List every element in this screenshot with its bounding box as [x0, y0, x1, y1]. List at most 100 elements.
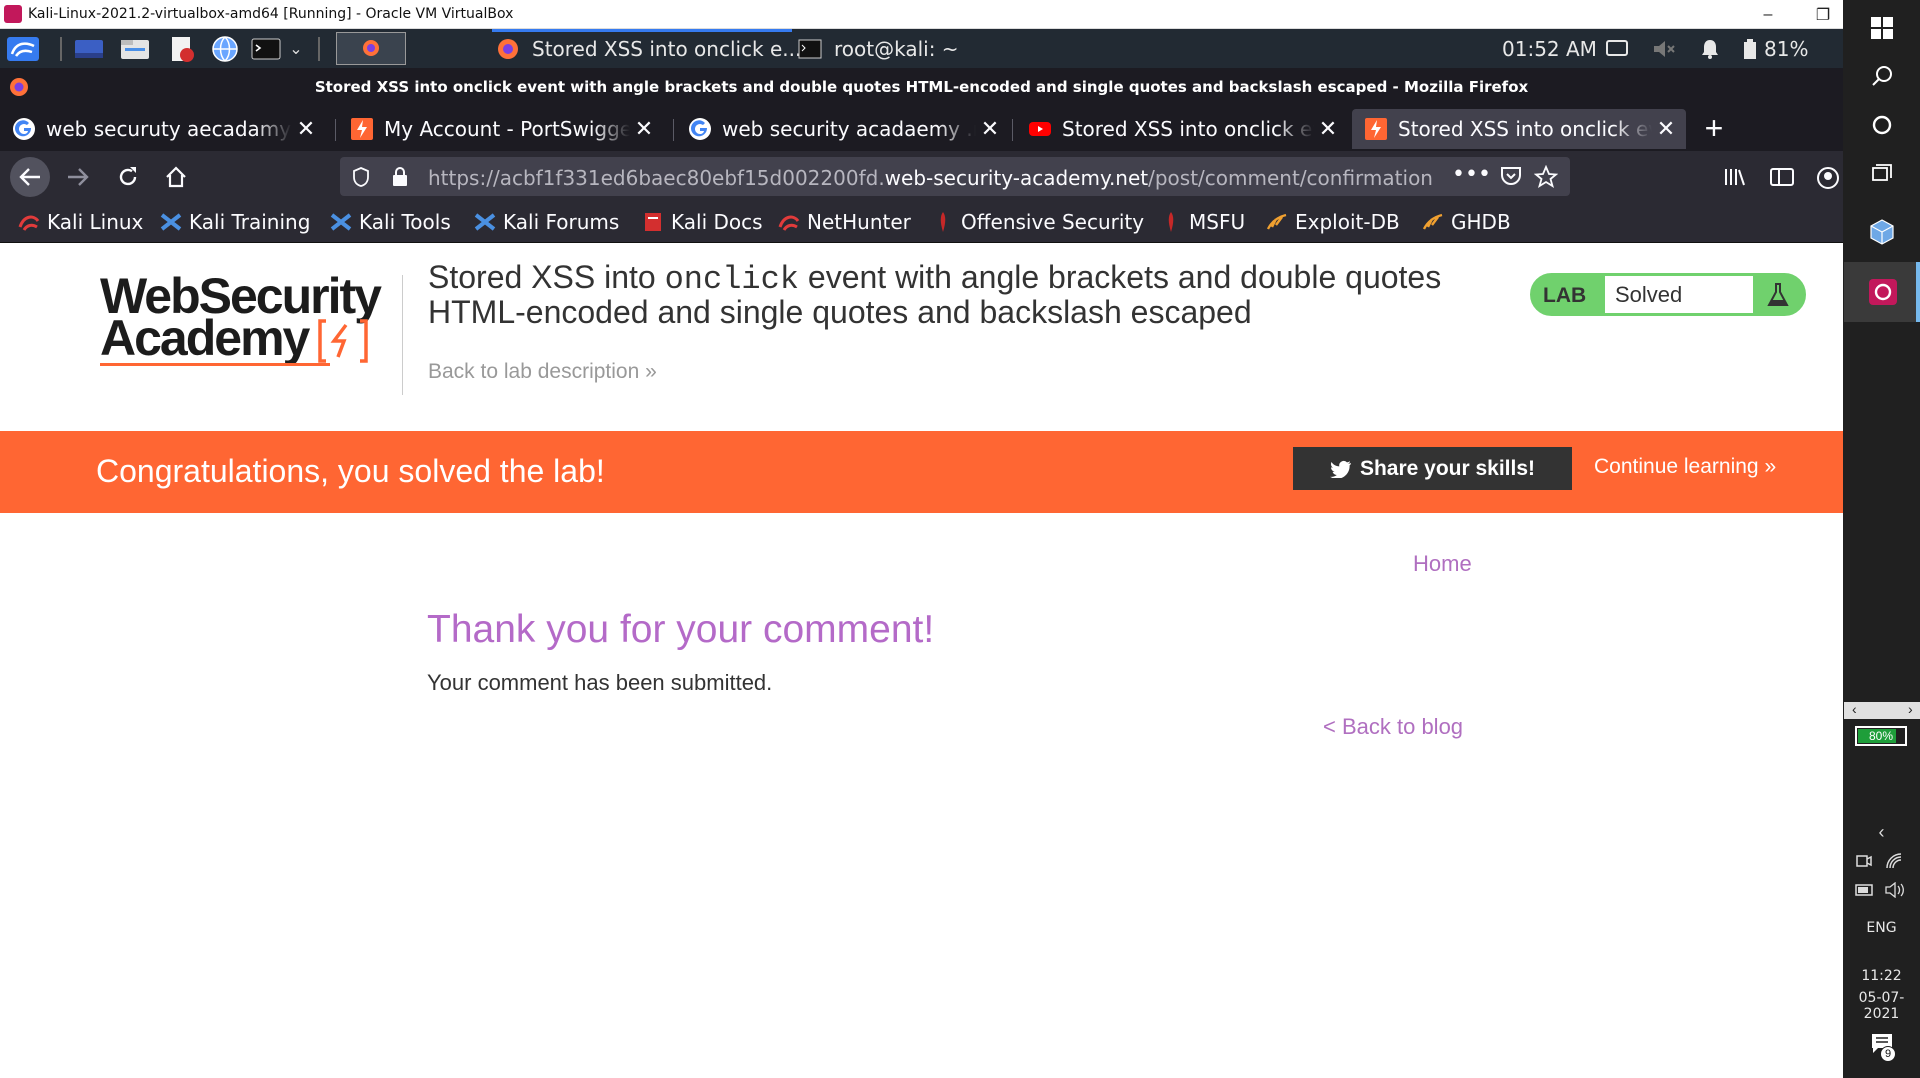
text-editor-icon[interactable] — [164, 35, 198, 62]
input-language[interactable]: ENG — [1843, 920, 1920, 936]
bookmark-kali-linux[interactable]: Kali Linux — [18, 210, 143, 234]
lab-badge-status: Solved — [1605, 276, 1753, 313]
bookmark-kali-forums[interactable]: Kali Forums — [474, 210, 619, 234]
back-button[interactable] — [10, 157, 50, 197]
restore-button[interactable]: ❐ — [1800, 0, 1846, 29]
cortana-icon[interactable] — [1843, 105, 1920, 145]
speaker-icon[interactable] — [1885, 882, 1905, 898]
home-link[interactable]: Home — [1413, 551, 1472, 577]
close-tab-icon[interactable]: ✕ — [292, 117, 320, 142]
bookmark-offensive-security[interactable]: Offensive Security — [932, 210, 1144, 234]
active-task-indicator — [492, 29, 792, 32]
portswigger-icon — [1365, 118, 1387, 140]
twitter-icon — [1329, 460, 1351, 478]
bookmark-label: GHDB — [1451, 210, 1511, 234]
file-manager-icon[interactable] — [118, 35, 152, 62]
taskbar-active-app[interactable] — [1844, 262, 1920, 322]
page-actions-icon[interactable]: ••• — [1452, 162, 1491, 187]
account-icon[interactable] — [1816, 166, 1840, 190]
search-icon[interactable] — [1843, 56, 1920, 96]
forward-arrow-icon — [68, 168, 89, 186]
exploit-db-icon — [1266, 213, 1287, 230]
firefox-title-bar: Stored XSS into onclick event with angle… — [0, 68, 1843, 105]
confirmation-message: Your comment has been submitted. — [427, 670, 773, 695]
bookmark-label: Kali Docs — [671, 210, 763, 234]
system-time[interactable]: 11:22 — [1843, 968, 1920, 984]
bookmark-kali-tools[interactable]: Kali Tools — [330, 210, 451, 234]
taskbar-scroll[interactable]: ‹ › — [1844, 701, 1920, 719]
bookmark-label: Offensive Security — [961, 210, 1145, 234]
panel-clock[interactable]: 01:52 AM — [1502, 29, 1597, 68]
bookmark-star-icon[interactable] — [1534, 165, 1558, 188]
taskbar-terminal[interactable]: root@kali: ~ — [798, 33, 959, 65]
tab-label: web securuty aecadamy - Google — [46, 117, 292, 141]
show-desktop-icon[interactable] — [72, 35, 106, 62]
share-skills-label: Share your skills! — [1359, 456, 1536, 480]
workspace-switcher[interactable] — [336, 32, 406, 65]
action-center-icon[interactable]: 9 — [1870, 1032, 1896, 1062]
close-tab-icon[interactable]: ✕ — [976, 117, 1004, 142]
power-icon[interactable] — [1855, 882, 1875, 898]
library-icon[interactable] — [1724, 167, 1748, 187]
close-tab-icon[interactable]: ✕ — [1652, 117, 1680, 142]
show-hidden-icons[interactable]: ‹ — [1843, 820, 1920, 844]
battery-icon[interactable] — [1742, 29, 1758, 68]
offensive-security-icon — [940, 212, 946, 232]
bookmark-kali-training[interactable]: Kali Training — [160, 210, 310, 234]
pocket-icon[interactable] — [1500, 166, 1522, 186]
reload-button[interactable] — [108, 157, 148, 197]
wifi-icon[interactable] — [1885, 852, 1903, 870]
close-tab-icon[interactable]: ✕ — [630, 117, 658, 142]
tab-youtube[interactable]: Stored XSS into onclick event ✕ — [1016, 109, 1348, 149]
firefox-icon — [498, 39, 518, 59]
task-view-icon[interactable] — [1843, 154, 1920, 194]
tracking-shield-icon — [353, 167, 369, 187]
vbox-battery-percent: 80% — [1868, 729, 1894, 743]
back-to-blog-link[interactable]: < Back to blog — [1323, 714, 1463, 740]
logo-underline — [100, 363, 330, 366]
new-tab-icon[interactable]: + — [1696, 111, 1732, 147]
close-tab-icon[interactable]: ✕ — [1314, 117, 1342, 142]
share-skills-button[interactable]: Share your skills! — [1293, 447, 1572, 490]
bookmark-msfu[interactable]: MSFU — [1160, 210, 1245, 234]
panel-separator — [318, 37, 320, 61]
back-to-lab-description-link[interactable]: Back to lab description » — [428, 360, 657, 384]
kali-menu-icon[interactable] — [4, 35, 42, 62]
volume-muted-icon[interactable] — [1652, 29, 1676, 68]
lab-title-code: onclick — [664, 261, 799, 298]
bookmark-nethunter[interactable]: NetHunter — [778, 210, 911, 234]
windows-start-icon[interactable] — [1843, 8, 1920, 48]
url-text: https://acbf1f331ed6baec80ebf15d002200fd… — [428, 166, 1453, 190]
tab-google-1[interactable]: web securuty aecadamy - Google ✕ — [0, 109, 326, 149]
tab-google-2[interactable]: web security acadaemy .net - Google ✕ — [676, 109, 1010, 149]
bookmark-exploit-db[interactable]: Exploit-DB — [1266, 210, 1400, 234]
minimize-button[interactable]: – — [1745, 0, 1791, 29]
sidebar-icon[interactable] — [1770, 167, 1794, 187]
bookmark-kali-docs[interactable]: Kali Docs — [642, 210, 763, 234]
terminal-icon[interactable] — [250, 35, 282, 62]
tab-my-account[interactable]: My Account - PortSwigger ✕ — [338, 109, 664, 149]
tab-label: Stored XSS into onclick event — [1398, 117, 1652, 141]
battery-percent: 81% — [1764, 36, 1809, 61]
chevron-down-icon[interactable]: ⌄ — [286, 35, 306, 62]
system-date[interactable]: 05-07-2021 — [1843, 990, 1920, 1022]
tab-active-lab[interactable]: Stored XSS into onclick event ✕ — [1352, 109, 1686, 149]
bookmark-ghdb[interactable]: GHDB — [1422, 210, 1511, 234]
scroll-left-icon[interactable]: ‹ — [1852, 701, 1857, 717]
web-browser-icon[interactable] — [208, 35, 242, 62]
url-bar[interactable]: https://acbf1f331ed6baec80ebf15d002200fd… — [340, 157, 1570, 196]
scroll-right-icon[interactable]: › — [1908, 701, 1913, 717]
windows-taskbar: ‹ › 80% ‹ ENG 11:22 05-07-2021 9 — [1843, 0, 1920, 1078]
reload-icon — [119, 167, 137, 186]
taskbar-firefox[interactable]: Stored XSS into onclick e... — [496, 33, 801, 65]
virtualbox-manager-icon[interactable] — [1843, 210, 1920, 254]
url-prefix: https://acbf1f331ed6baec80ebf15d002200fd… — [428, 166, 885, 190]
home-button[interactable] — [156, 157, 196, 197]
forward-button[interactable] — [58, 157, 98, 197]
display-icon[interactable] — [1606, 29, 1628, 68]
notifications-icon[interactable] — [1700, 29, 1720, 68]
ghdb-icon — [1422, 213, 1443, 230]
continue-learning-link[interactable]: Continue learning » — [1594, 455, 1776, 479]
tab-separator — [673, 119, 674, 141]
meet-now-icon[interactable] — [1855, 852, 1873, 870]
